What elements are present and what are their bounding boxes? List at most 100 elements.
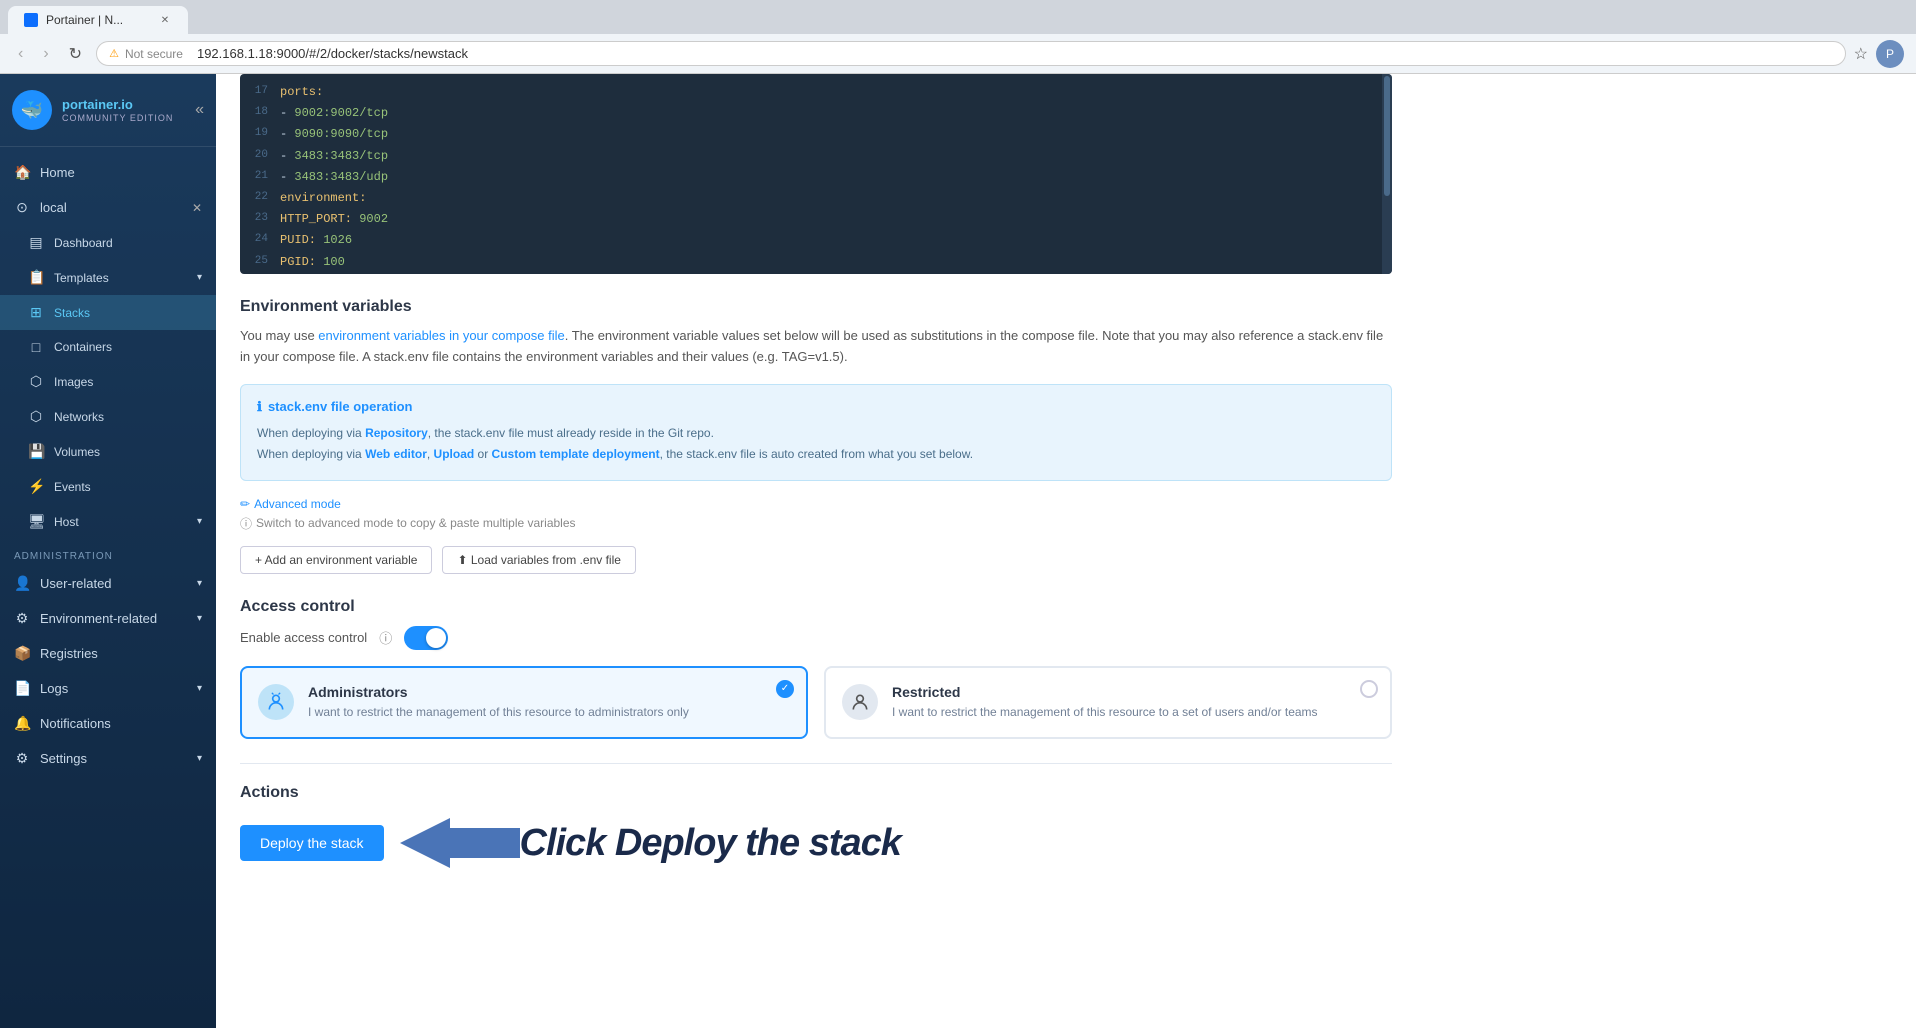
- volumes-icon: 💾: [28, 443, 44, 460]
- security-icon: ⚠: [109, 47, 119, 60]
- info-circle-icon: ⓘ: [240, 515, 252, 532]
- sidebar-item-home[interactable]: 🏠 Home: [0, 155, 216, 190]
- arrow-annotation: Click Deploy the stack: [400, 818, 901, 868]
- dashboard-label: Dashboard: [54, 236, 113, 250]
- notifications-icon: 🔔: [14, 715, 30, 732]
- registries-label: Registries: [40, 646, 98, 661]
- access-control-section: Access control Enable access control ⓘ: [240, 598, 1392, 739]
- info-box-title: ℹ stack.env file operation: [257, 399, 1375, 415]
- sidebar-item-local[interactable]: ⊙ local ✕: [0, 190, 216, 225]
- restricted-access-card[interactable]: Restricted I want to restrict the manage…: [824, 666, 1392, 739]
- env-section-desc: You may use environment variables in you…: [240, 326, 1392, 368]
- advanced-mode-label: Advanced mode: [254, 497, 341, 511]
- sidebar-item-notifications[interactable]: 🔔 Notifications: [0, 706, 216, 741]
- code-line-19: 19 - 9090:9090/tcp: [240, 124, 1392, 145]
- sidebar-item-networks[interactable]: ⬡ Networks: [0, 399, 216, 434]
- home-icon: 🏠: [14, 164, 30, 181]
- back-button[interactable]: ‹: [12, 43, 29, 65]
- tab-close-button[interactable]: ✕: [158, 13, 172, 27]
- profile-button[interactable]: P: [1876, 40, 1904, 68]
- code-line-18: 18 - 9002:9002/tcp: [240, 103, 1392, 124]
- code-line-24: 24 PUID: 1026: [240, 230, 1392, 251]
- images-label: Images: [54, 375, 93, 389]
- admin-access-card[interactable]: Administrators I want to restrict the ma…: [240, 666, 808, 739]
- bookmark-button[interactable]: ☆: [1854, 44, 1868, 64]
- networks-label: Networks: [54, 410, 104, 424]
- sidebar-item-dashboard[interactable]: ▤ Dashboard: [0, 225, 216, 260]
- events-label: Events: [54, 480, 91, 494]
- env-link[interactable]: environment variables in your compose fi…: [318, 328, 564, 343]
- access-section-title: Access control: [240, 598, 1392, 616]
- sidebar-item-stacks[interactable]: ⊞ Stacks: [0, 295, 216, 330]
- content-area: 17 ports: 18 - 9002:9002/tcp 19 - 9090:9…: [216, 74, 1416, 908]
- restricted-radio: [1360, 680, 1378, 698]
- code-scroll-thumb: [1384, 76, 1390, 196]
- advanced-mode-link[interactable]: ✏ Advanced mode: [240, 497, 1392, 511]
- deploy-stack-button[interactable]: Deploy the stack: [240, 825, 384, 861]
- enable-access-label: Enable access control: [240, 630, 367, 645]
- sidebar-item-events[interactable]: ⚡ Events: [0, 469, 216, 504]
- sidebar-item-settings[interactable]: ⚙ Settings ▾: [0, 741, 216, 776]
- browser-tabs: Portainer | N... ✕: [0, 0, 1916, 34]
- sidebar-nav: 🏠 Home ⊙ local ✕ ▤ Dashboard 📋 Templates…: [0, 147, 216, 1028]
- admin-card-title: Administrators: [308, 684, 689, 700]
- restricted-card-content: Restricted I want to restrict the manage…: [892, 684, 1318, 721]
- restricted-card-icon: [842, 684, 878, 720]
- forward-button[interactable]: ›: [37, 43, 54, 65]
- env-section-title: Environment variables: [240, 298, 1392, 316]
- admin-card-icon: [258, 684, 294, 720]
- code-scrollbar[interactable]: [1382, 74, 1392, 274]
- actions-title: Actions: [240, 784, 1392, 802]
- sidebar-item-user-related[interactable]: 👤 User-related ▾: [0, 566, 216, 601]
- local-close-button[interactable]: ✕: [192, 201, 202, 215]
- logo-text-block: portainer.io COMMUNITY EDITION: [62, 97, 173, 123]
- settings-label: Settings: [40, 751, 87, 766]
- home-label: Home: [40, 165, 75, 180]
- containers-icon: □: [28, 339, 44, 355]
- load-env-file-button[interactable]: ⬆ Load variables from .env file: [442, 546, 635, 574]
- toggle-knob: [426, 628, 446, 648]
- tab-favicon: [24, 13, 38, 27]
- admin-card-desc: I want to restrict the management of thi…: [308, 704, 689, 721]
- refresh-button[interactable]: ↻: [63, 42, 88, 66]
- notifications-label: Notifications: [40, 716, 111, 731]
- browser-chrome: Portainer | N... ✕ ‹ › ↻ ⚠ Not secure 19…: [0, 0, 1916, 74]
- sidebar-item-env-related[interactable]: ⚙ Environment-related ▾: [0, 601, 216, 636]
- access-control-toggle[interactable]: [404, 626, 448, 650]
- local-icon: ⊙: [14, 199, 30, 216]
- user-related-label: User-related: [40, 576, 112, 591]
- sidebar-collapse-button[interactable]: «: [195, 101, 204, 119]
- env-action-buttons: + Add an environment variable ⬆ Load var…: [240, 546, 1392, 574]
- host-chevron: ▾: [197, 516, 202, 527]
- templates-label: Templates: [54, 271, 109, 285]
- sidebar-item-volumes[interactable]: 💾 Volumes: [0, 434, 216, 469]
- code-line-17: 17 ports:: [240, 82, 1392, 103]
- admin-section-label: Administration: [0, 539, 216, 566]
- sidebar-item-logs[interactable]: 📄 Logs ▾: [0, 671, 216, 706]
- sidebar: 🐳 portainer.io COMMUNITY EDITION « 🏠 Hom…: [0, 74, 216, 1028]
- edit-icon: ✏: [240, 497, 250, 511]
- env-related-label: Environment-related: [40, 611, 157, 626]
- address-bar[interactable]: ⚠ Not secure 192.168.1.18:9000/#/2/docke…: [96, 41, 1846, 66]
- security-label: Not secure: [125, 47, 183, 61]
- upload-link: Upload: [434, 447, 475, 461]
- repo-link: Repository: [365, 426, 428, 440]
- add-env-variable-button[interactable]: + Add an environment variable: [240, 546, 432, 574]
- host-icon: 🖥: [28, 513, 44, 530]
- sidebar-item-host[interactable]: 🖥 Host ▾: [0, 504, 216, 539]
- sidebar-item-containers[interactable]: □ Containers: [0, 330, 216, 364]
- code-scroll-area[interactable]: 17 ports: 18 - 9002:9002/tcp 19 - 9090:9…: [240, 74, 1392, 274]
- actions-section: Actions Deploy the stack Click Deploy th…: [240, 763, 1392, 868]
- code-line-26: 26 TZ: Europe/Bucharest: [240, 273, 1392, 274]
- env-related-chevron: ▾: [197, 613, 202, 624]
- sidebar-item-images[interactable]: ⬡ Images: [0, 364, 216, 399]
- host-label: Host: [54, 515, 79, 529]
- sidebar-item-registries[interactable]: 📦 Registries: [0, 636, 216, 671]
- local-label: local: [40, 200, 67, 215]
- env-desc-before: You may use: [240, 328, 318, 343]
- sidebar-item-templates[interactable]: 📋 Templates ▾: [0, 260, 216, 295]
- app-layout: 🐳 portainer.io COMMUNITY EDITION « 🏠 Hom…: [0, 74, 1916, 1028]
- restricted-card-title: Restricted: [892, 684, 1318, 700]
- logo-icon: 🐳: [12, 90, 52, 130]
- active-tab[interactable]: Portainer | N... ✕: [8, 6, 188, 34]
